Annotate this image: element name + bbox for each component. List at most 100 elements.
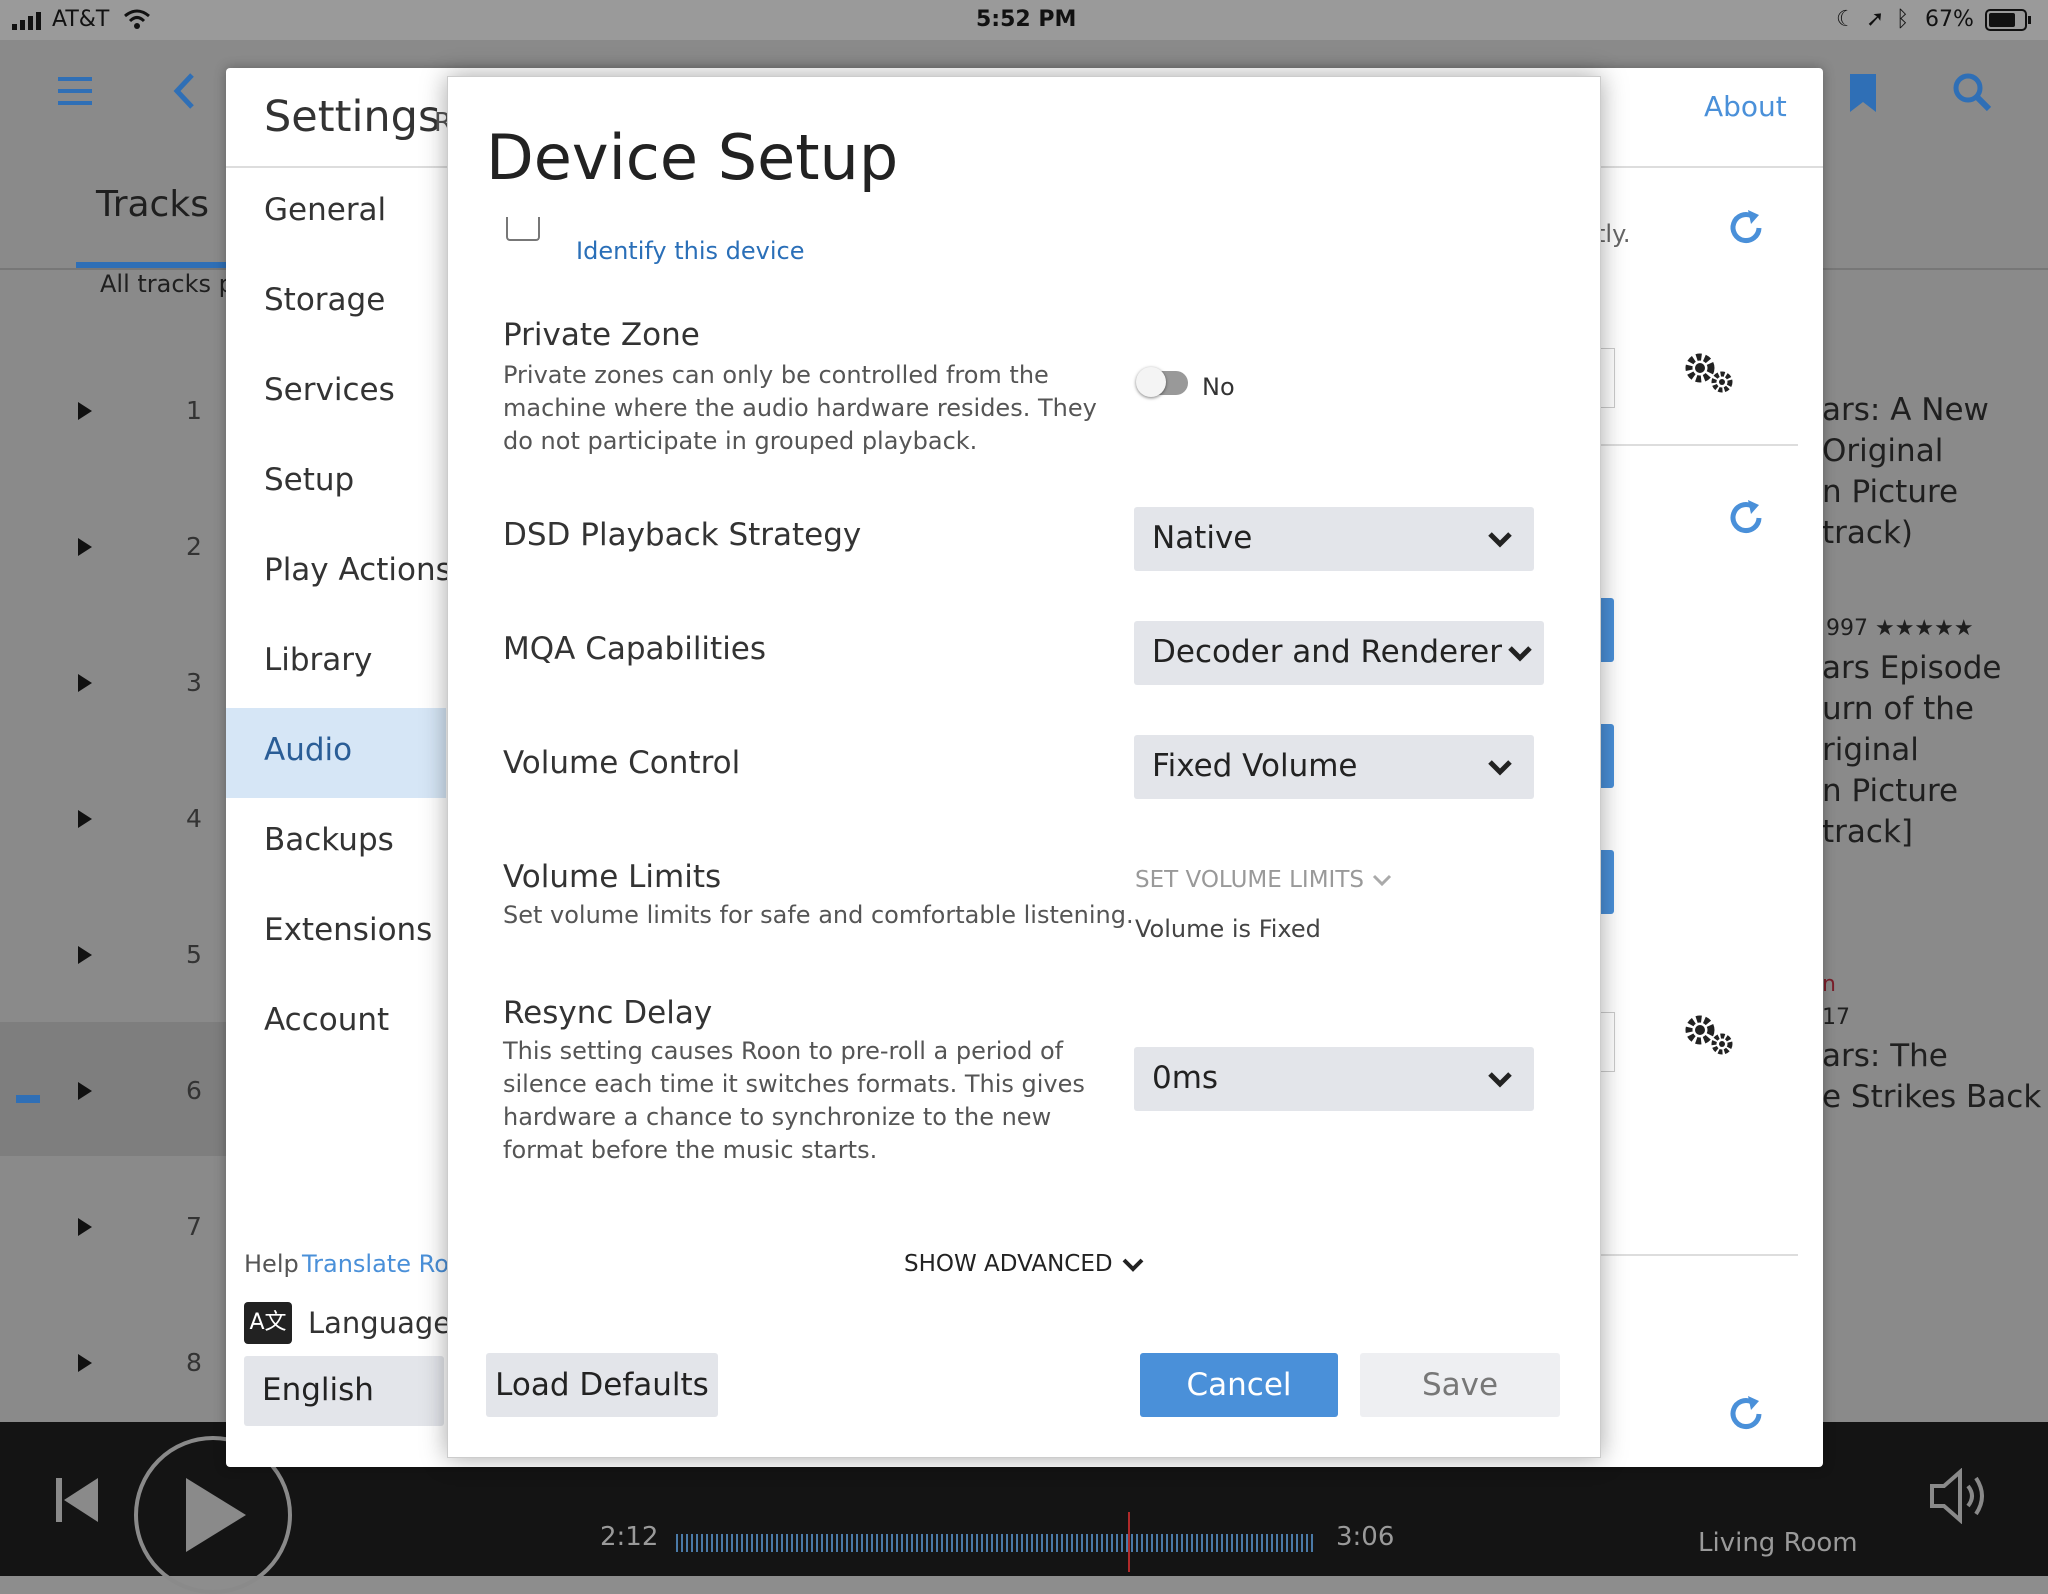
play-track-icon[interactable]: [78, 810, 92, 828]
language-icon: A文: [244, 1302, 292, 1344]
device-icon: [506, 217, 540, 241]
tab-tracks[interactable]: Tracks: [96, 184, 209, 225]
chevron-down-icon: [1486, 753, 1514, 789]
private-zone-value: No: [1202, 373, 1235, 401]
album-title-fragment: Original: [1822, 433, 1944, 469]
menu-icon[interactable]: [58, 77, 92, 109]
show-advanced-toggle[interactable]: SHOW ADVANCED: [904, 1251, 1146, 1277]
resync-delay-dropdown[interactable]: 0ms: [1134, 1047, 1534, 1111]
album-title-fragment: ars: The: [1822, 1038, 1948, 1074]
volume-fixed-status: Volume is Fixed: [1135, 915, 1321, 943]
language-value: English: [262, 1372, 374, 1408]
play-track-icon[interactable]: [78, 402, 92, 420]
nav-item-account[interactable]: Account: [264, 1002, 389, 1038]
play-track-icon[interactable]: [78, 1354, 92, 1372]
track-number: 1: [186, 396, 202, 425]
section-divider: [1598, 1254, 1798, 1256]
nav-item-backups[interactable]: Backups: [264, 822, 394, 858]
dsd-value: Native: [1152, 520, 1253, 556]
carrier-label: AT&T: [52, 7, 110, 32]
mqa-dropdown[interactable]: Decoder and Renderer: [1134, 621, 1544, 685]
play-track-icon[interactable]: [78, 538, 92, 556]
album-title-fragment: track]: [1822, 814, 1913, 850]
play-track-icon[interactable]: [78, 946, 92, 964]
track-number: 5: [186, 940, 202, 969]
gears-icon[interactable]: [1682, 1012, 1738, 1062]
refresh-icon[interactable]: [1726, 208, 1766, 252]
wifi-icon: [122, 8, 152, 36]
volume-icon[interactable]: [1930, 1467, 1990, 1528]
nav-item-extensions[interactable]: Extensions: [264, 912, 432, 948]
set-volume-limits-label: SET VOLUME LIMITS: [1135, 867, 1364, 893]
clock: 5:52 PM: [976, 7, 1077, 32]
mqa-label: MQA Capabilities: [503, 631, 767, 667]
nav-item-setup[interactable]: Setup: [264, 462, 354, 498]
track-number: 4: [186, 804, 202, 833]
volume-control-dropdown[interactable]: Fixed Volume: [1134, 735, 1534, 799]
search-icon[interactable]: [1952, 72, 1992, 116]
nav-item-storage[interactable]: Storage: [264, 282, 385, 318]
private-zone-toggle[interactable]: [1136, 367, 1188, 397]
load-defaults-button[interactable]: Load Defaults: [486, 1353, 718, 1417]
play-track-icon[interactable]: [78, 1082, 92, 1100]
about-link[interactable]: About: [1704, 90, 1787, 123]
language-select[interactable]: English: [244, 1356, 444, 1426]
album-title-fragment: n Picture: [1822, 773, 1959, 809]
show-advanced-label: SHOW ADVANCED: [904, 1251, 1113, 1277]
now-playing-marker: [16, 1095, 40, 1103]
total-time: 3:06: [1336, 1522, 1395, 1552]
battery-percent: 67%: [1925, 7, 1974, 32]
chevron-down-icon: [1122, 1258, 1144, 1272]
section-divider: [1598, 444, 1798, 446]
private-zone-description: Private zones can only be controlled fro…: [503, 361, 1097, 455]
play-track-icon[interactable]: [78, 1218, 92, 1236]
chevron-down-icon: [1506, 639, 1534, 675]
playhead-marker: [1128, 1512, 1130, 1572]
dsd-dropdown[interactable]: Native: [1134, 507, 1534, 571]
zone-name[interactable]: Living Room: [1698, 1528, 1858, 1558]
chevron-down-icon: [1486, 1065, 1514, 1101]
resync-delay-label: Resync Delay: [503, 995, 713, 1031]
cancel-button[interactable]: Cancel: [1140, 1353, 1338, 1417]
chevron-down-icon: [1373, 874, 1392, 886]
track-number: 7: [186, 1212, 202, 1241]
track-number: 3: [186, 668, 202, 697]
dialog-title: Device Setup: [486, 121, 899, 194]
resync-delay-description: This setting causes Roon to pre-roll a p…: [503, 1037, 1085, 1164]
volume-limits-description: Set volume limits for safe and comfortab…: [503, 901, 1134, 929]
nav-item-audio[interactable]: Audio: [264, 732, 352, 768]
refresh-icon[interactable]: [1726, 498, 1766, 542]
nav-item-play-actions[interactable]: Play Actions: [264, 552, 452, 588]
mqa-value: Decoder and Renderer: [1152, 634, 1502, 670]
set-volume-limits-button: SET VOLUME LIMITS: [1135, 867, 1393, 893]
save-button[interactable]: Save: [1360, 1353, 1560, 1417]
back-icon[interactable]: [172, 72, 196, 114]
bluetooth-icon: ᛒ: [1896, 7, 1910, 32]
play-track-icon[interactable]: [78, 674, 92, 692]
dsd-label: DSD Playback Strategy: [503, 517, 862, 553]
nav-item-library[interactable]: Library: [264, 642, 372, 678]
previous-icon[interactable]: [56, 1478, 98, 1526]
refresh-icon[interactable]: [1726, 1394, 1766, 1438]
album-title-fragment: n Picture: [1822, 474, 1959, 510]
toggle-knob: [1136, 367, 1166, 397]
all-tracks-label: All tracks p: [100, 270, 234, 298]
waveform-seekbar[interactable]: [676, 1534, 1316, 1552]
signal-icon: [12, 10, 52, 36]
track-number: 6: [186, 1076, 202, 1105]
album-title-fragment: ars: A New: [1822, 392, 1989, 428]
album-title-fragment: track): [1822, 515, 1913, 551]
help-label: Help: [244, 1250, 299, 1278]
gears-icon[interactable]: [1682, 350, 1738, 400]
battery-icon: [1985, 9, 2033, 37]
album-title-fragment: n: [1822, 972, 1836, 997]
album-title-fragment: urn of the: [1822, 691, 1974, 727]
bookmark-icon[interactable]: [1850, 74, 1876, 116]
language-label: Language: [308, 1306, 452, 1340]
translate-link[interactable]: Translate Ro: [302, 1250, 449, 1278]
nav-item-services[interactable]: Services: [264, 372, 395, 408]
chevron-down-icon: [1486, 525, 1514, 561]
volume-limits-label: Volume Limits: [503, 859, 722, 895]
nav-item-general[interactable]: General: [264, 192, 386, 228]
identify-device-link[interactable]: Identify this device: [576, 237, 804, 265]
